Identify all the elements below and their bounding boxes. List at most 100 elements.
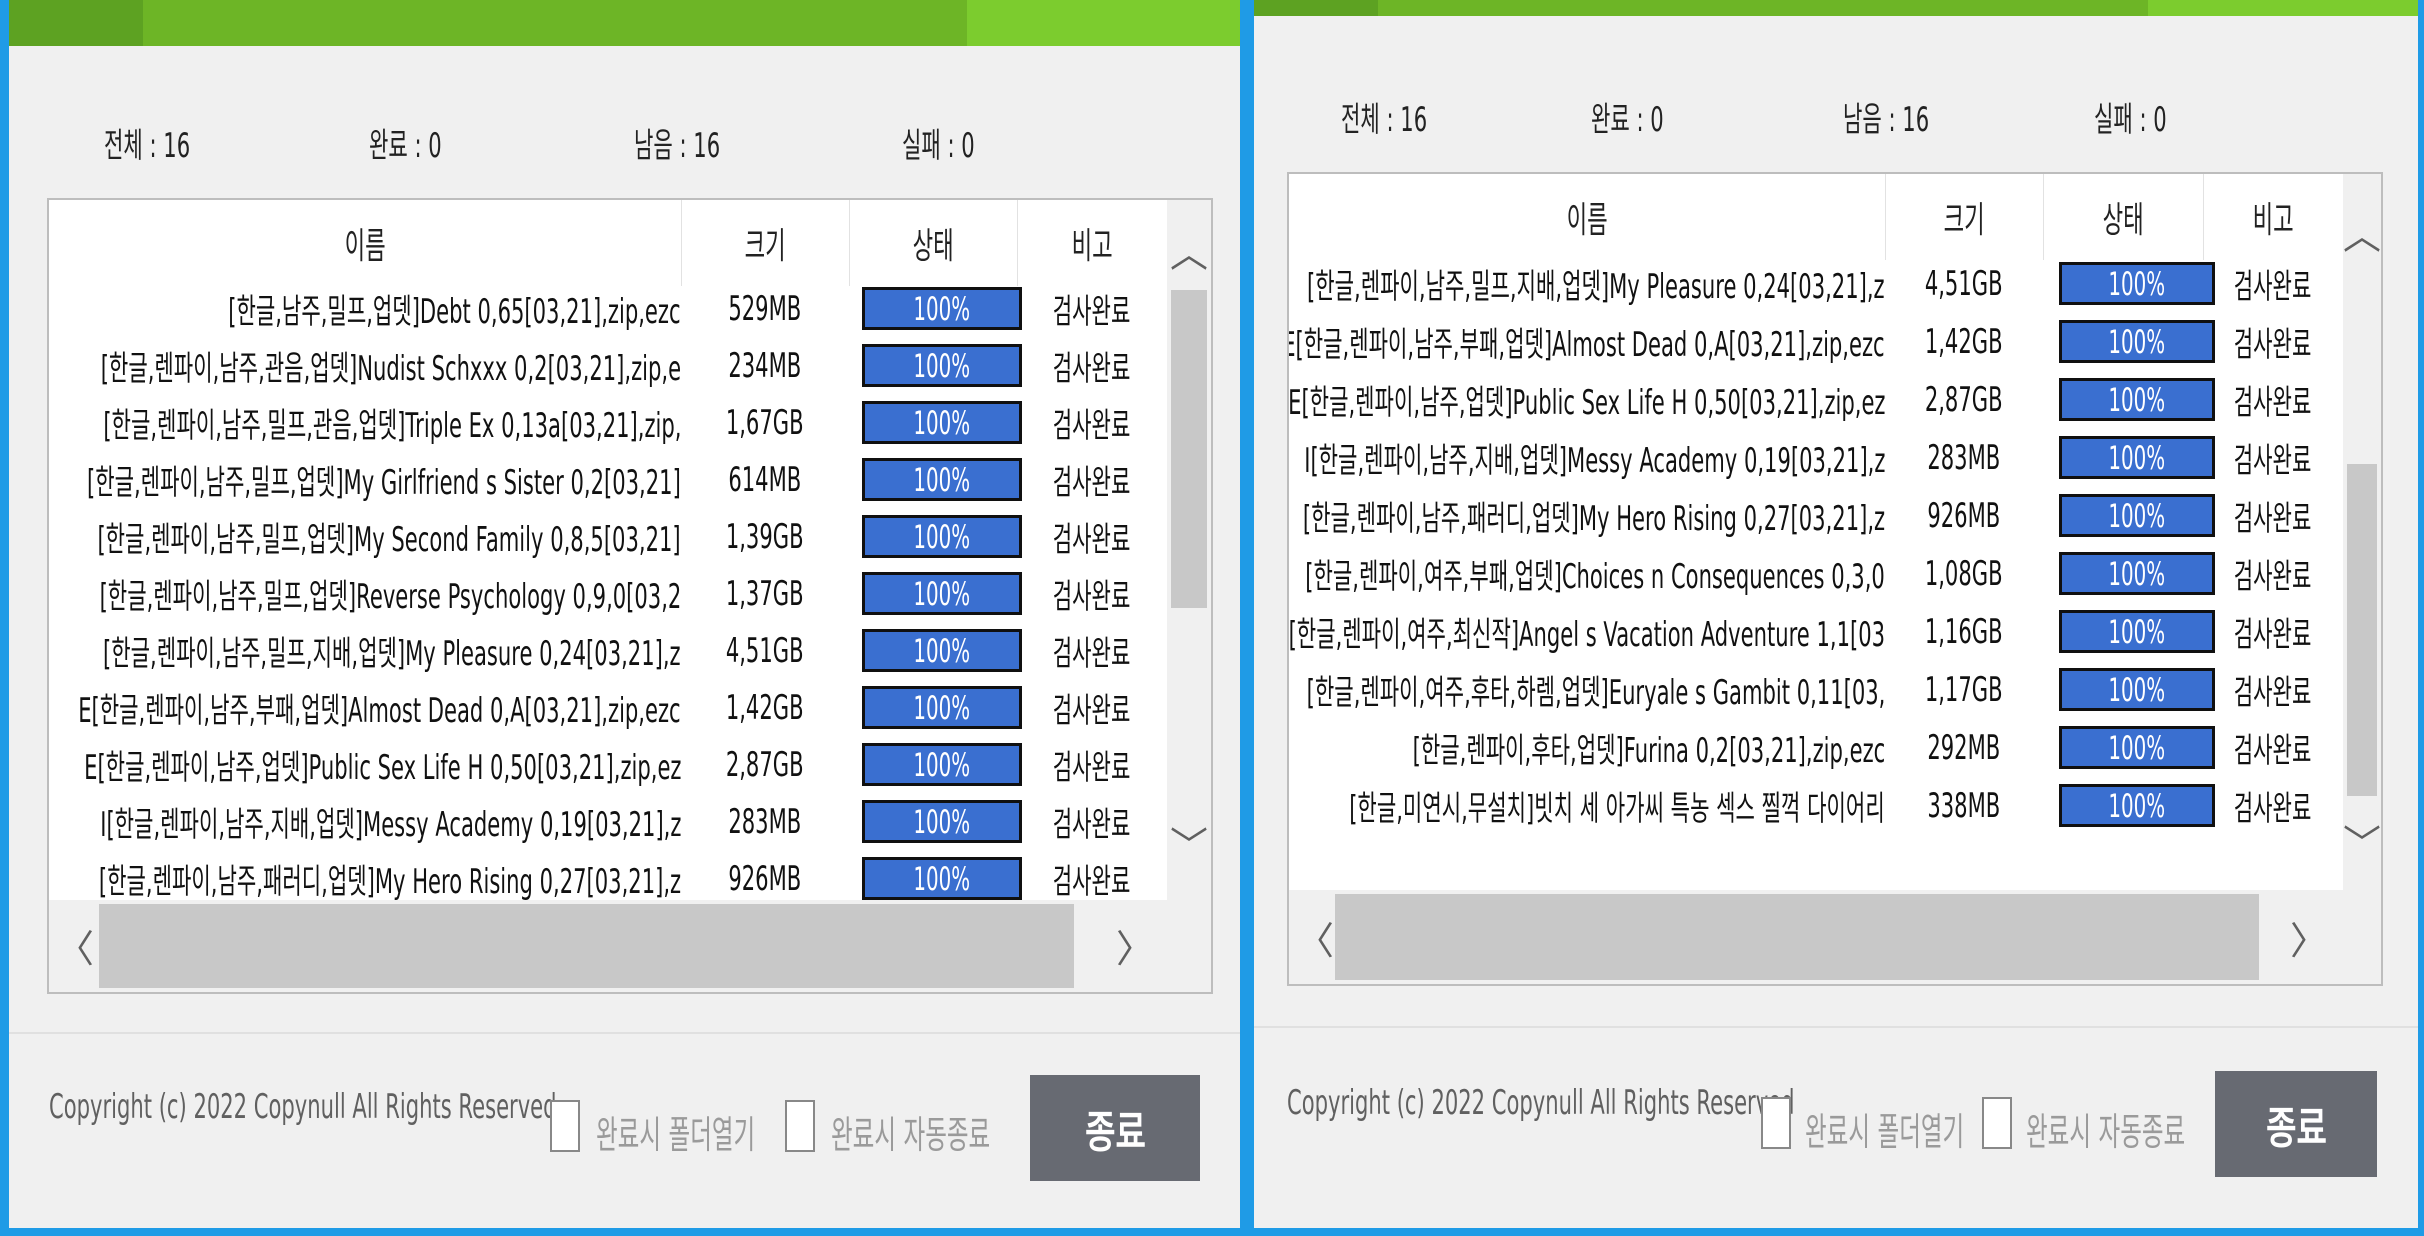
file-note-text: 검사완료: [2234, 615, 2312, 655]
close-button[interactable]: 종료: [1030, 1075, 1200, 1181]
file-size-text: 1,37GB: [726, 573, 804, 614]
file-size-text: 338MB: [1927, 785, 2001, 826]
list-item[interactable]: [한글,렌파이,남주,밀프,지배,업뎃]My Pleasure 0,24[03,…: [49, 622, 1167, 679]
auto-close-label: 완료시 자동종료: [2026, 1110, 2186, 1154]
progress-label: 100%: [2108, 786, 2166, 825]
vertical-scrollbar[interactable]: ︿ ﹀: [2343, 174, 2381, 890]
horizontal-scroll-thumb[interactable]: [1335, 894, 2259, 980]
list-item[interactable]: [한글,렌파이,남주,패러디,업뎃]My Hero Rising 0,27[03…: [49, 850, 1167, 907]
scroll-right-arrow-icon[interactable]: 〉: [2289, 904, 2329, 970]
file-size-text: 529MB: [728, 288, 802, 329]
horizontal-scroll-thumb[interactable]: [99, 904, 1074, 988]
file-name: [한글,미연시,무설치]빗치 세 아가씨 특농 섹스 찔꺽 다이어리: [1289, 777, 1885, 834]
file-name: [한글,렌파이,남주,밀프,업뎃]Reverse Psychology 0,9,…: [49, 565, 681, 622]
progress-label: 100%: [913, 802, 971, 841]
column-header-note[interactable]: 비고: [1017, 200, 1167, 286]
file-name-text: [한글,렌파이,남주,관음,업뎃]Nudist Schxxx 0,2[03,21…: [100, 349, 681, 389]
progress-label: 100%: [2108, 438, 2166, 477]
horizontal-scrollbar[interactable]: 〈 〉: [1289, 890, 2381, 984]
file-name-text: [한글,렌파이,남주,패러디,업뎃]My Hero Rising 0,27[03…: [1302, 499, 1885, 539]
column-header-name[interactable]: 이름: [49, 200, 682, 286]
scroll-up-arrow-icon[interactable]: ︿: [2343, 202, 2381, 262]
file-note-text: 검사완료: [2234, 441, 2312, 481]
auto-close-label: 완료시 자동종료: [831, 1113, 991, 1157]
scroll-down-arrow-icon[interactable]: ﹀: [1167, 812, 1211, 872]
file-list[interactable]: 이름 크기 상태 비고 [한글,남주,밀프,업뎃]Debt 0,65[03,21…: [47, 198, 1213, 994]
scroll-down-arrow-icon[interactable]: ﹀: [2343, 810, 2381, 870]
scroll-left-arrow-icon[interactable]: 〈: [55, 912, 95, 978]
auto-close-checkbox[interactable]: [1982, 1097, 2012, 1149]
progress-bar: 100%: [2059, 668, 2215, 711]
file-size: 292MB: [1885, 719, 2043, 776]
list-item[interactable]: [한글,렌파이,남주,밀프,업뎃]Reverse Psychology 0,9,…: [49, 565, 1167, 622]
auto-close-checkbox[interactable]: [785, 1100, 815, 1152]
open-folder-checkbox[interactable]: [1761, 1097, 1791, 1149]
file-name: [한글,렌파이,남주,밀프,업뎃]My Second Family 0,8,5[…: [49, 508, 681, 565]
file-note: 검사완료: [1017, 793, 1167, 850]
progress-label: 100%: [913, 688, 971, 727]
close-button[interactable]: 종료: [2215, 1071, 2377, 1177]
list-item[interactable]: I[한글,렌파이,남주,지배,업뎃]Messy Academy 0,19[03,…: [49, 793, 1167, 850]
horizontal-scrollbar[interactable]: 〈 〉: [49, 900, 1211, 992]
list-item[interactable]: [한글,렌파이,후타,업뎃]Furina 0,2[03,21],zip,ezc 2…: [1289, 719, 2343, 776]
file-name-text: [한글,렌파이,남주,패러디,업뎃]My Hero Rising 0,27[03…: [98, 862, 681, 902]
list-header: 이름 크기 상태 비고: [1289, 174, 2381, 260]
scroll-left-arrow-icon[interactable]: 〈: [1295, 904, 1335, 970]
list-item[interactable]: [한글,렌파이,남주,밀프,지배,업뎃]My Pleasure 0,24[03,…: [1289, 255, 2343, 312]
list-item[interactable]: [한글,렌파이,남주,밀프,업뎃]My Girlfriend s Sister …: [49, 451, 1167, 508]
list-item[interactable]: [한글,렌파이,남주,패러디,업뎃]My Hero Rising 0,27[03…: [1289, 487, 2343, 544]
open-folder-checkbox[interactable]: [550, 1100, 580, 1152]
progress-bar: 100%: [862, 857, 1022, 900]
column-header-status[interactable]: 상태: [2043, 174, 2204, 260]
vertical-scrollbar[interactable]: ︿ ﹀: [1167, 200, 1211, 900]
list-item[interactable]: [한글,렌파이,여주,최신작]Angel s Vacation Adventur…: [1289, 603, 2343, 660]
file-note-text: 검사완료: [1053, 805, 1131, 845]
column-header-size[interactable]: 크기: [1885, 174, 2044, 260]
list-item[interactable]: [한글,렌파이,남주,관음,업뎃]Nudist Schxxx 0,2[03,21…: [49, 337, 1167, 394]
list-item[interactable]: E[한글,렌파이,남주,부패,업뎃]Almost Dead 0,A[03,21]…: [49, 679, 1167, 736]
file-list[interactable]: 이름 크기 상태 비고 [한글,렌파이,남주,밀프,지배,업뎃]My Pleas…: [1287, 172, 2383, 986]
progress-label: 100%: [913, 631, 971, 670]
file-note: 검사완료: [1017, 736, 1167, 793]
file-size: 1,37GB: [681, 565, 849, 622]
file-name-text: [한글,렌파이,남주,밀프,업뎃]My Girlfriend s Sister …: [87, 463, 681, 503]
open-folder-label: 완료시 폴더열기: [596, 1113, 756, 1157]
file-size-text: 4,51GB: [726, 630, 804, 671]
file-note: 검사완료: [1017, 337, 1167, 394]
progress-bar: 100%: [2059, 320, 2215, 363]
scroll-right-arrow-icon[interactable]: 〉: [1115, 912, 1155, 978]
list-item[interactable]: [한글,렌파이,여주,후타,하렘,업뎃]Euryale s Gambit 0,1…: [1289, 661, 2343, 718]
list-item[interactable]: [한글,미연시,무설치]빗치 세 아가씨 특농 섹스 찔꺽 다이어리 338MB 1…: [1289, 777, 2343, 834]
vertical-scroll-thumb[interactable]: [1171, 290, 1207, 608]
progress-bar: 100%: [2059, 262, 2215, 305]
file-size: 614MB: [681, 451, 849, 508]
file-note-text: 검사완료: [1053, 748, 1131, 788]
list-item[interactable]: E[한글,렌파이,남주,업뎃]Public Sex Life H 0,50[03…: [1289, 371, 2343, 428]
scroll-up-arrow-icon[interactable]: ︿: [1167, 220, 1211, 280]
column-header-status[interactable]: 상태: [849, 200, 1018, 286]
file-name-text: [한글,렌파이,여주,후타,하렘,업뎃]Euryale s Gambit 0,1…: [1306, 673, 1885, 713]
progress-label: 100%: [913, 517, 971, 556]
list-item[interactable]: E[한글,렌파이,남주,부패,업뎃]Almost Dead 0,A[03,21]…: [1289, 313, 2343, 370]
column-header-name[interactable]: 이름: [1289, 174, 1886, 260]
list-item[interactable]: [한글,렌파이,여주,부패,업뎃]Choices n Consequences …: [1289, 545, 2343, 602]
progress-bar: 100%: [862, 800, 1022, 843]
vertical-scroll-thumb[interactable]: [2347, 464, 2377, 796]
list-item[interactable]: E[한글,렌파이,남주,업뎃]Public Sex Life H 0,50[03…: [49, 736, 1167, 793]
list-item[interactable]: [한글,렌파이,남주,밀프,관음,업뎃]Triple Ex 0,13a[03,2…: [49, 394, 1167, 451]
file-size-text: 283MB: [1927, 437, 2001, 478]
file-note: 검사완료: [2203, 603, 2343, 660]
list-item[interactable]: [한글,남주,밀프,업뎃]Debt 0,65[03,21],zip,ezc 529…: [49, 280, 1167, 337]
progress-bar: 100%: [862, 401, 1022, 444]
file-size-text: 4,51GB: [1925, 263, 2003, 304]
list-item[interactable]: [한글,렌파이,남주,밀프,업뎃]My Second Family 0,8,5[…: [49, 508, 1167, 565]
file-size: 1,42GB: [1885, 313, 2043, 370]
stat-done: 완료 : 0: [369, 126, 442, 166]
file-size: 926MB: [681, 850, 849, 907]
column-header-note[interactable]: 비고: [2203, 174, 2343, 260]
progress-bar: 100%: [2059, 610, 2215, 653]
list-item[interactable]: I[한글,렌파이,남주,지배,업뎃]Messy Academy 0,19[03,…: [1289, 429, 2343, 486]
file-size: 1,42GB: [681, 679, 849, 736]
file-name: I[한글,렌파이,남주,지배,업뎃]Messy Academy 0,19[03,…: [49, 793, 681, 850]
column-header-size[interactable]: 크기: [681, 200, 850, 286]
